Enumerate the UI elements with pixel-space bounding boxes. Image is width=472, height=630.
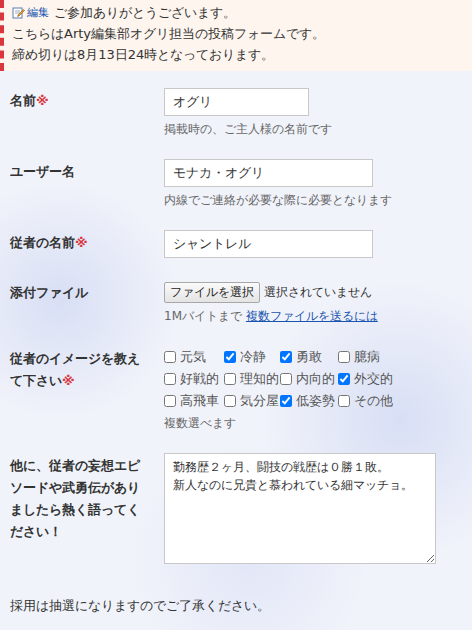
form-row: 添付ファイルファイルを選択選択されていません 1Mバイトまで 複数ファイルを送るに…: [10, 280, 472, 324]
checkbox[interactable]: [338, 351, 350, 363]
checkbox-label: 気分屋: [240, 392, 279, 410]
checkbox[interactable]: [338, 395, 350, 407]
checkbox[interactable]: [164, 351, 176, 363]
field-label: 添付ファイル: [10, 280, 148, 304]
checkbox-label: 高飛車: [180, 392, 219, 410]
checkbox[interactable]: [164, 373, 176, 385]
checkbox-label: 元気: [180, 348, 206, 366]
checkbox-option[interactable]: 気分屋: [224, 392, 280, 410]
checkbox[interactable]: [280, 351, 292, 363]
page: 編集ご参加ありがとうございます。こちらはArty編集部オグリ担当の投稿フォームで…: [0, 0, 472, 630]
field-hint: 複数選べます: [164, 415, 464, 431]
form-row: 他に、従者の妄想エピソードや武勇伝がありましたら熱く語ってください！: [10, 453, 472, 567]
field-control: [164, 453, 472, 567]
notice-line: 編集ご参加ありがとうございます。: [12, 2, 464, 23]
field-hint: 掲載時の、ご主人様の名前です: [164, 121, 464, 137]
checkbox-option[interactable]: その他: [338, 392, 404, 410]
field-label: 名前※: [10, 88, 148, 112]
notice-line: 締め切りは8月13日24時となっております。: [12, 44, 464, 65]
field-hint: 1Mバイトまで 複数ファイルを送るには: [164, 308, 464, 324]
required-mark: ※: [62, 373, 75, 388]
checkbox-option[interactable]: 外交的: [338, 370, 404, 388]
form: 名前※ 掲載時の、ご主人様の名前ですユーザー名内線でご連絡が必要な際に必要となりま…: [0, 71, 472, 567]
form-row: 名前※ 掲載時の、ご主人様の名前です: [10, 88, 472, 137]
checkbox-option[interactable]: 好戦的: [164, 370, 224, 388]
required-mark: ※: [75, 235, 88, 250]
file-button[interactable]: ファイルを選択: [164, 282, 260, 303]
checkbox-option[interactable]: 高飛車: [164, 392, 224, 410]
checkbox-option[interactable]: 理知的: [224, 370, 280, 388]
form-row: ユーザー名内線でご連絡が必要な際に必要となります: [10, 159, 472, 208]
checkbox[interactable]: [164, 395, 176, 407]
checkbox-option[interactable]: 勇敢: [280, 348, 338, 366]
footer-note: 採用は抽選になりますのでご了承ください。: [0, 567, 472, 625]
notice-line: こちらはArty編集部オグリ担当の投稿フォームです。: [12, 23, 464, 44]
checkbox-option[interactable]: 内向的: [280, 370, 338, 388]
checkbox[interactable]: [224, 395, 236, 407]
field-label: 従者の名前※: [10, 230, 148, 254]
field-hint: 内線でご連絡が必要な際に必要となります: [164, 192, 464, 208]
checkbox-label: 低姿勢: [296, 392, 335, 410]
form-row: 従者のイメージを教えて下さい※ 元気 冷静 勇敢 臆病好戦的 理知的内向的 外交的高飛車 気分…: [10, 346, 472, 431]
checkbox-option[interactable]: 元気: [164, 348, 224, 366]
checkbox-label: 好戦的: [180, 370, 219, 388]
checkbox-label: 外交的: [354, 370, 393, 388]
checkbox-label: 内向的: [296, 370, 335, 388]
field-control: 元気 冷静 勇敢 臆病好戦的 理知的内向的 外交的高飛車 気分屋低姿勢 その他複数選べます: [164, 346, 472, 431]
multi-file-link[interactable]: 複数ファイルを送るには: [246, 309, 378, 323]
checkbox[interactable]: [280, 373, 292, 385]
notice: 編集ご参加ありがとうございます。こちらはArty編集部オグリ担当の投稿フォームで…: [0, 0, 472, 71]
checkbox-label: 勇敢: [296, 348, 322, 366]
text-input[interactable]: [164, 88, 309, 116]
checkbox-option[interactable]: 臆病: [338, 348, 404, 366]
checkbox[interactable]: [280, 395, 292, 407]
field-control: 内線でご連絡が必要な際に必要となります: [164, 159, 472, 208]
checkbox-label: 冷静: [240, 348, 266, 366]
form-row: 従者の名前※: [10, 230, 472, 258]
textarea[interactable]: [164, 453, 436, 564]
field-label: 他に、従者の妄想エピソードや武勇伝がありましたら熱く語ってください！: [10, 453, 148, 543]
checkbox-label: 理知的: [240, 370, 279, 388]
checkbox[interactable]: [224, 373, 236, 385]
notice-text: ご参加ありがとうございます。: [54, 2, 236, 23]
text-input[interactable]: [164, 230, 373, 258]
required-mark: ※: [36, 93, 49, 108]
field-label: 従者のイメージを教えて下さい※: [10, 346, 148, 392]
field-control: [164, 230, 472, 258]
field-label: ユーザー名: [10, 159, 148, 183]
checkbox-option[interactable]: 低姿勢: [280, 392, 338, 410]
file-status: 選択されていません: [264, 284, 372, 301]
checkbox[interactable]: [224, 351, 236, 363]
edit-icon[interactable]: [12, 6, 25, 19]
checkbox-label: 臆病: [354, 348, 380, 366]
checkbox[interactable]: [338, 373, 350, 385]
file-picker: ファイルを選択選択されていません: [164, 280, 464, 303]
edit-link[interactable]: 編集: [27, 2, 49, 23]
field-control: ファイルを選択選択されていません 1Mバイトまで 複数ファイルを送るには: [164, 280, 472, 324]
field-control: 掲載時の、ご主人様の名前です: [164, 88, 472, 137]
checkbox-group: 元気 冷静 勇敢 臆病好戦的 理知的内向的 外交的高飛車 気分屋低姿勢 その他: [164, 346, 464, 410]
checkbox-label: その他: [354, 392, 393, 410]
text-input[interactable]: [164, 159, 373, 187]
checkbox-option[interactable]: 冷静: [224, 348, 280, 366]
